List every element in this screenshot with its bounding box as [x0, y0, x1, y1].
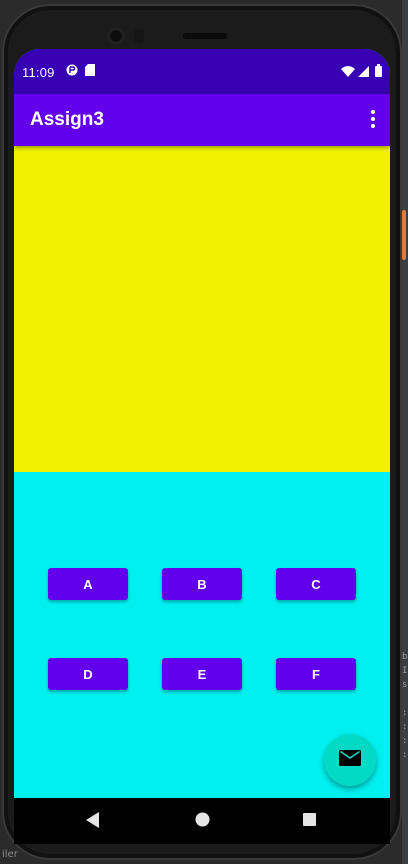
- recents-icon[interactable]: [303, 813, 316, 831]
- cast-icon: [66, 64, 78, 79]
- button-c[interactable]: C: [276, 568, 356, 600]
- wifi-icon: [341, 65, 355, 80]
- button-a[interactable]: A: [48, 568, 128, 600]
- button-b[interactable]: B: [162, 568, 242, 600]
- device-screen: 11:09 Assign3 A B C D E F: [14, 49, 390, 798]
- ide-side-text: bIs::::: [402, 652, 408, 760]
- front-camera: [107, 27, 125, 45]
- signal-icon: [358, 65, 369, 80]
- app-bar: Assign3: [14, 94, 390, 146]
- battery-icon: [375, 64, 382, 80]
- status-bar: 11:09: [14, 49, 390, 94]
- home-icon[interactable]: [195, 812, 210, 832]
- more-vert-icon[interactable]: [368, 110, 378, 130]
- camera-sensor: [134, 29, 144, 43]
- app-title: Assign3: [30, 109, 104, 130]
- email-fab[interactable]: [324, 734, 376, 786]
- top-yellow-panel: [14, 146, 390, 472]
- status-time: 11:09: [22, 65, 55, 80]
- power-button[interactable]: [402, 210, 406, 260]
- back-icon[interactable]: [86, 812, 100, 833]
- navigation-bar: [14, 798, 390, 844]
- ide-bottom-label: iler: [2, 849, 18, 860]
- button-e[interactable]: E: [162, 658, 242, 690]
- earpiece-speaker: [183, 33, 227, 39]
- sd-card-icon: [85, 64, 95, 79]
- email-icon: [339, 749, 361, 771]
- button-f[interactable]: F: [276, 658, 356, 690]
- button-d[interactable]: D: [48, 658, 128, 690]
